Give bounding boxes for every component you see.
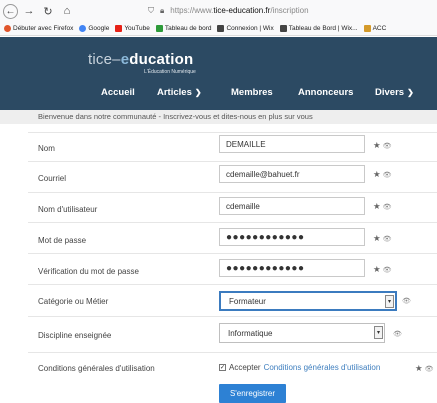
field-icons: ★ 👁︎	[373, 169, 392, 180]
email-field[interactable]: cdemaille@bahuet.fr	[219, 165, 365, 183]
eye-icon[interactable]: 👁︎	[393, 331, 402, 338]
browser-toolbar: ← → ↻ ⌂ ⛉ 🔒︎ https://www. tice-education.…	[0, 0, 437, 22]
eye-icon[interactable]: 👁︎	[383, 267, 392, 274]
nav-item-divers[interactable]: Divers ❯	[375, 87, 414, 98]
nav-item-articles[interactable]: Articles ❯	[157, 87, 202, 98]
password-field[interactable]: ●●●●●●●●●●●●	[219, 228, 365, 246]
terms-accept: ✓ Accepter Conditions générales d'utilis…	[219, 363, 380, 372]
divider	[28, 316, 437, 317]
bookmark-item[interactable]: YouTube	[115, 25, 150, 32]
url-path: /inscription	[270, 6, 309, 15]
site-logo[interactable]: tice–education	[88, 51, 193, 68]
label-password: Mot de passe	[38, 236, 87, 245]
eye-icon[interactable]: 👁︎	[383, 204, 392, 211]
main-nav: Accueil Articles ❯ Membres Annonceurs Div…	[0, 87, 437, 103]
field-icons: 👁︎	[400, 296, 411, 305]
dashboard-icon	[155, 25, 163, 32]
divider	[28, 284, 437, 285]
label-category: Catégorie ou Métier	[38, 297, 109, 306]
eye-icon[interactable]: 👁︎	[425, 366, 434, 373]
label-password-confirm: Vérification du mot de passe	[38, 267, 139, 276]
dropdown-arrow-icon[interactable]: ▾	[385, 295, 394, 308]
bookmarks-bar: Débuter avec Firefox Google YouTube Tabl…	[0, 22, 437, 36]
wix-icon	[279, 25, 287, 32]
divider	[28, 192, 437, 193]
label-courriel: Courriel	[38, 174, 67, 183]
forward-icon[interactable]: →	[21, 3, 37, 19]
shield-icon: ⛉	[148, 5, 154, 15]
chevron-down-icon: ❯	[194, 88, 202, 97]
youtube-icon	[115, 25, 123, 32]
bookmark-item[interactable]: Google	[79, 25, 109, 32]
reload-icon[interactable]: ↻	[40, 3, 56, 19]
firefox-icon	[4, 25, 11, 32]
label-discipline: Discipline enseignée	[38, 331, 112, 340]
dropdown-arrow-icon[interactable]: ▾	[374, 326, 383, 339]
label-nom: Nom	[38, 144, 55, 153]
url-host: tice-education.fr	[213, 6, 271, 15]
divider	[28, 352, 437, 353]
site-header: tice–education L'Éducation Numérique Acc…	[0, 37, 437, 110]
terms-checkbox[interactable]: ✓	[219, 364, 226, 371]
field-icons: ★ 👁︎	[373, 233, 392, 244]
divider	[28, 132, 437, 133]
wix-icon	[217, 25, 225, 32]
category-value: Formateur	[229, 296, 266, 306]
url-bar[interactable]: ⛉ 🔒︎ https://www. tice-education.fr/inscr…	[148, 3, 437, 18]
label-terms: Conditions générales d'utilisation	[38, 364, 155, 373]
field-icons: ★ 👁︎	[373, 201, 392, 212]
star-icon[interactable]: ★	[373, 264, 381, 274]
category-select[interactable]: Formateur ▾	[219, 291, 397, 311]
star-icon[interactable]: ★	[373, 233, 381, 243]
bookmark-icon	[363, 25, 371, 32]
eye-icon[interactable]: 👁︎	[383, 143, 392, 150]
divider	[28, 161, 437, 162]
bookmark-item[interactable]: Débuter avec Firefox	[4, 25, 73, 32]
logo-subtitle: L'Éducation Numérique	[144, 69, 196, 75]
home-icon[interactable]: ⌂	[59, 3, 75, 19]
field-icons: ★ 👁︎	[415, 363, 434, 374]
bookmark-item[interactable]: Tableau de bord	[155, 25, 211, 32]
discipline-value: Informatique	[228, 328, 273, 338]
label-username: Nom d'utilisateur	[38, 205, 98, 214]
welcome-text: Bienvenue dans notre communauté - Inscri…	[0, 110, 437, 124]
star-icon[interactable]: ★	[373, 169, 381, 179]
terms-link[interactable]: Conditions générales d'utilisation	[264, 363, 381, 372]
field-icons: ★ 👁︎	[373, 264, 392, 275]
nav-item-accueil[interactable]: Accueil	[101, 87, 135, 98]
discipline-select[interactable]: Informatique ▾	[219, 323, 385, 343]
star-icon[interactable]: ★	[415, 363, 423, 373]
divider	[28, 222, 437, 223]
bookmark-item[interactable]: Tableau de Bord | Wix...	[279, 25, 358, 32]
bookmark-item[interactable]: Connexion | Wix	[217, 25, 274, 32]
field-icons: ★ 👁︎	[373, 140, 392, 151]
bookmark-item[interactable]: ACC	[363, 25, 386, 32]
url-prefix: https://www.	[170, 6, 214, 15]
username-field[interactable]: cdemaille	[219, 197, 365, 215]
field-icons: 👁︎	[391, 329, 402, 338]
divider	[28, 253, 437, 254]
back-icon[interactable]: ←	[3, 3, 18, 19]
password-confirm-field[interactable]: ●●●●●●●●●●●●	[219, 259, 365, 277]
nom-field[interactable]: DEMAILLE	[219, 135, 365, 153]
star-icon[interactable]: ★	[373, 201, 381, 211]
nav-item-annonceurs[interactable]: Annonceurs	[298, 87, 353, 98]
accept-label: Accepter	[229, 363, 261, 372]
google-icon	[79, 25, 87, 32]
eye-icon[interactable]: 👁︎	[383, 236, 392, 243]
star-icon[interactable]: ★	[373, 140, 381, 150]
lock-icon: 🔒︎	[160, 5, 165, 15]
eye-icon[interactable]: 👁︎	[383, 172, 392, 179]
chevron-down-icon: ❯	[407, 88, 414, 97]
register-button[interactable]: S'enregistrer	[219, 384, 286, 403]
eye-icon[interactable]: 👁︎	[402, 298, 411, 305]
nav-item-membres[interactable]: Membres	[231, 87, 273, 98]
